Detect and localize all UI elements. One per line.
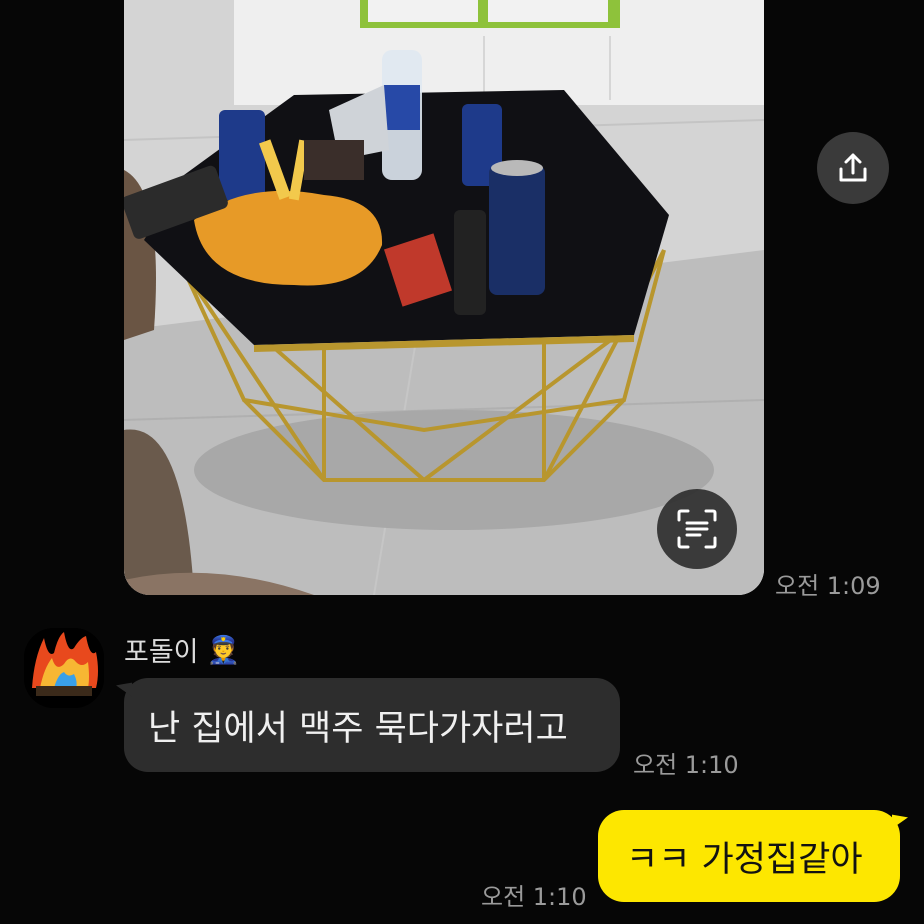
incoming-message-bubble[interactable]: 난 집에서 맥주 묵다가자러고 — [124, 678, 620, 772]
sender-name: 포돌이 — [124, 637, 199, 668]
outgoing-message-bubble[interactable]: ㅋㅋ 가정집같아 — [598, 810, 900, 902]
incoming-timestamp: 오전 1:10 — [633, 751, 739, 779]
fire-avatar-image — [24, 628, 104, 708]
outgoing-timestamp: 오전 1:10 — [481, 883, 587, 911]
outgoing-message-text: ㅋㅋ 가정집같아 — [626, 839, 863, 880]
photo-timestamp: 오전 1:09 — [775, 572, 881, 600]
avatar[interactable] — [24, 628, 104, 708]
share-icon — [839, 153, 867, 182]
police-emoji: 👮 — [206, 634, 241, 666]
share-button[interactable] — [817, 132, 889, 204]
sender-name-row: 포돌이 👮 — [124, 630, 240, 669]
text-scan-button[interactable] — [657, 489, 737, 569]
text-scan-icon — [677, 509, 717, 549]
incoming-message-text: 난 집에서 맥주 묵다가자러고 — [148, 708, 568, 749]
